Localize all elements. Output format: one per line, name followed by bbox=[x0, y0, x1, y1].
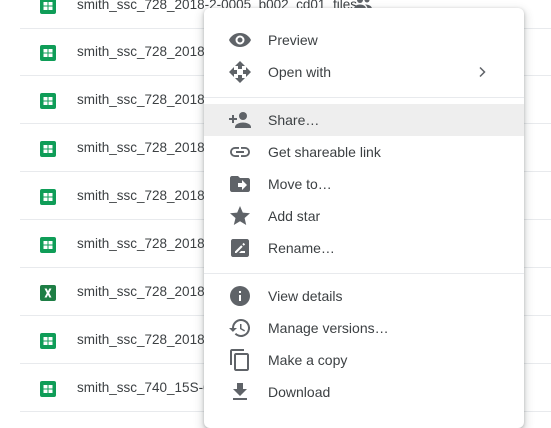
menu-item-view-details[interactable]: View details bbox=[204, 280, 524, 312]
copy-icon bbox=[228, 348, 252, 372]
google-sheets-icon bbox=[40, 0, 56, 14]
excel-icon bbox=[40, 285, 56, 301]
google-sheets-icon bbox=[40, 141, 56, 157]
file-name: smith_ssc_728_2018- bbox=[77, 92, 210, 107]
context-menu: Preview Open with Share… Get shareable l… bbox=[204, 8, 524, 428]
menu-item-share[interactable]: Share… bbox=[204, 104, 524, 136]
menu-item-label: Make a copy bbox=[268, 352, 348, 368]
file-name: smith_ssc_728_2018- bbox=[77, 284, 210, 299]
history-icon bbox=[228, 316, 252, 340]
file-name: smith_ssc_728_2018- bbox=[77, 188, 210, 203]
eye-icon bbox=[228, 28, 252, 52]
menu-item-rename[interactable]: Rename… bbox=[204, 232, 524, 264]
menu-item-label: Get shareable link bbox=[268, 144, 381, 160]
move-arrows-icon bbox=[228, 60, 252, 84]
menu-item-label: Rename… bbox=[268, 240, 335, 256]
file-name: smith_ssc_728_2018- bbox=[77, 236, 210, 251]
link-icon bbox=[228, 140, 252, 164]
menu-divider bbox=[204, 273, 524, 274]
download-icon bbox=[228, 380, 252, 404]
menu-item-manage-versions[interactable]: Manage versions… bbox=[204, 312, 524, 344]
menu-item-download[interactable]: Download bbox=[204, 376, 524, 408]
google-sheets-icon bbox=[40, 45, 56, 61]
menu-item-label: Download bbox=[268, 384, 331, 400]
menu-item-label: Move to… bbox=[268, 176, 332, 192]
menu-item-label: View details bbox=[268, 288, 343, 304]
menu-item-add-star[interactable]: Add star bbox=[204, 200, 524, 232]
info-icon bbox=[228, 284, 252, 308]
menu-item-label: Preview bbox=[268, 32, 318, 48]
file-name: smith_ssc_728_2018- bbox=[77, 140, 210, 155]
menu-item-move-to[interactable]: Move to… bbox=[204, 168, 524, 200]
menu-item-get-shareable-link[interactable]: Get shareable link bbox=[204, 136, 524, 168]
google-sheets-icon bbox=[40, 237, 56, 253]
file-name: smith_ssc_728_2018S bbox=[77, 332, 214, 347]
menu-item-make-a-copy[interactable]: Make a copy bbox=[204, 344, 524, 376]
menu-item-label: Open with bbox=[268, 64, 332, 80]
add-person-icon bbox=[228, 108, 252, 132]
menu-item-open-with[interactable]: Open with bbox=[204, 56, 524, 88]
file-name: smith_ssc_740_15S-0 bbox=[77, 380, 211, 395]
google-sheets-icon bbox=[40, 333, 56, 349]
move-folder-icon bbox=[228, 172, 252, 196]
menu-divider bbox=[204, 97, 524, 98]
menu-item-label: Add star bbox=[268, 208, 321, 224]
google-sheets-icon bbox=[40, 189, 56, 205]
google-sheets-icon bbox=[40, 381, 56, 397]
menu-item-label: Share… bbox=[268, 112, 320, 128]
rename-icon bbox=[228, 236, 252, 260]
file-name: smith_ssc_728_2018- bbox=[77, 44, 210, 59]
menu-item-label: Manage versions… bbox=[268, 320, 389, 336]
star-icon bbox=[228, 204, 252, 228]
chevron-right-icon bbox=[474, 64, 490, 85]
google-sheets-icon bbox=[40, 93, 56, 109]
menu-item-preview[interactable]: Preview bbox=[204, 24, 524, 56]
